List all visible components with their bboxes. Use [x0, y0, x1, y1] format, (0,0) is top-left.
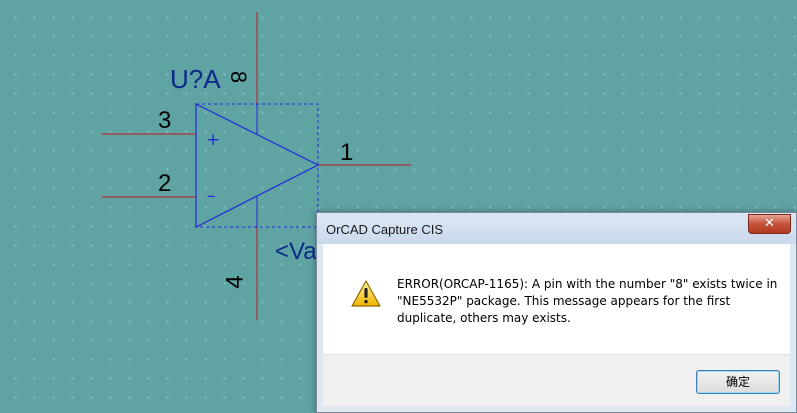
ok-button[interactable]: 确定 — [696, 370, 780, 394]
warning-icon — [351, 280, 381, 307]
plus-sign: + — [206, 130, 220, 150]
pin-4-label: 4 — [221, 275, 249, 289]
dialog-title: OrCAD Capture CIS — [326, 222, 444, 237]
part-reference: U?A — [170, 64, 221, 94]
pin-3-label: 3 — [158, 107, 172, 134]
pin-1-label: 1 — [340, 139, 354, 166]
error-dialog[interactable]: OrCAD Capture CIS ✕ ERROR(ORCAP-1165): A… — [316, 212, 797, 413]
close-icon: ✕ — [764, 216, 775, 231]
close-button[interactable]: ✕ — [748, 214, 791, 234]
minus-sign: – — [207, 186, 216, 206]
dialog-titlebar[interactable]: OrCAD Capture CIS ✕ — [317, 213, 796, 244]
pin-2-label: 2 — [158, 170, 172, 197]
dialog-body: ERROR(ORCAP-1165): A pin with the number… — [323, 244, 790, 354]
value-label: <Va — [275, 238, 317, 265]
dialog-footer: 确定 — [323, 354, 790, 406]
pin-8-number: 8 — [226, 70, 252, 84]
pin-8-label: 8 — [226, 70, 252, 84]
error-message: ERROR(ORCAP-1165): A pin with the number… — [397, 277, 778, 325]
